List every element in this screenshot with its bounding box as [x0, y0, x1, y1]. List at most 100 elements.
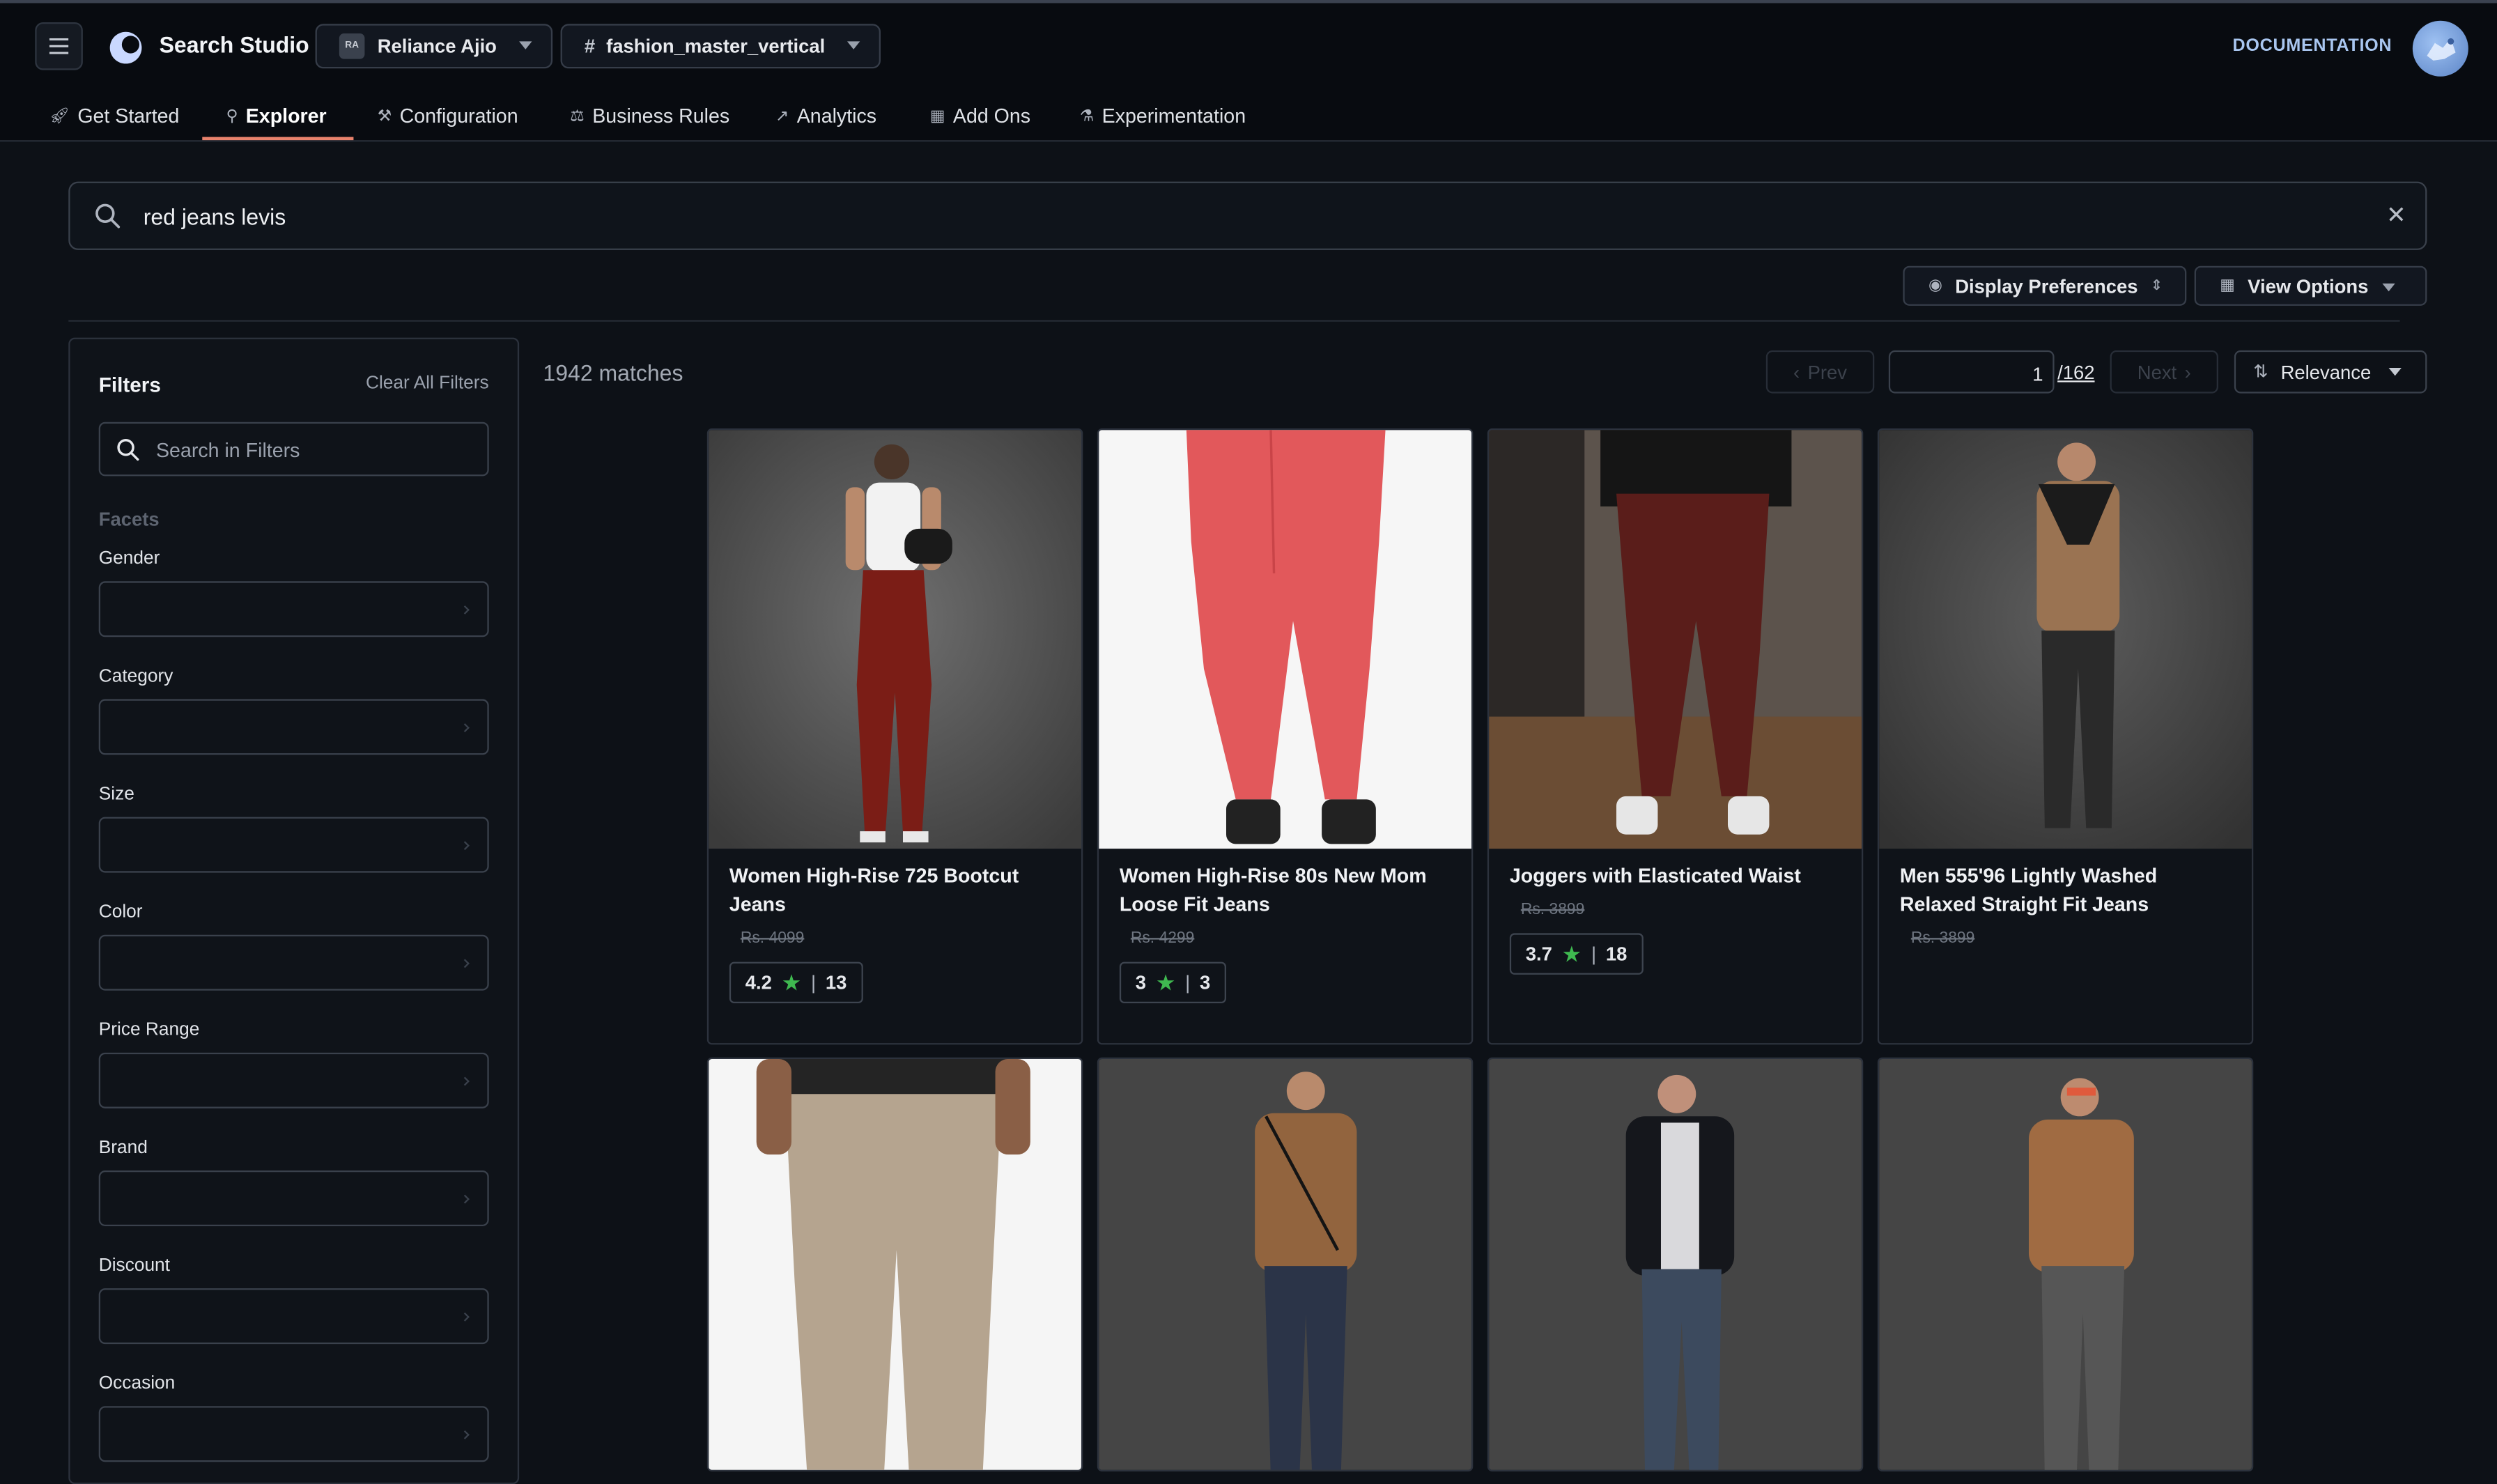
app-header: Search Studio RA Reliance Ajio # fashion…	[0, 3, 2497, 142]
product-image	[1879, 430, 2252, 849]
toolbar-divider	[68, 320, 2400, 322]
rating-separator: |	[1185, 971, 1191, 994]
eye-icon: ◉	[1928, 277, 1942, 295]
org-name: Reliance Ajio	[377, 35, 497, 58]
tools-icon: ⚒	[377, 107, 392, 125]
rating-badge: 3 ★ | 3	[1119, 961, 1227, 1003]
facet-label-color: Color	[98, 902, 143, 922]
facet-select-gender[interactable]	[98, 581, 489, 637]
facet-select-color[interactable]	[98, 934, 489, 991]
chevron-left-icon: ‹	[1793, 360, 1800, 383]
prev-label: Prev	[1807, 360, 1848, 383]
chevron-down-icon	[846, 41, 860, 49]
facet-select-brand[interactable]	[98, 1170, 489, 1226]
rating-badge: 3.7 ★ | 18	[1509, 933, 1644, 975]
filter-search-input[interactable]: Search in Filters	[98, 422, 489, 477]
product-card[interactable]	[706, 1057, 1083, 1471]
facet-select-occasion[interactable]	[98, 1406, 489, 1462]
product-image	[1099, 430, 1471, 849]
app-title: Search Studio	[159, 31, 309, 58]
tab-explorer[interactable]: ⚲ Explorer	[226, 105, 327, 127]
product-title[interactable]: Women High-Rise 725 Bootcut Jeans	[729, 862, 1064, 919]
tab-label: Get Started	[77, 105, 180, 127]
tab-label: Business Rules	[592, 105, 730, 127]
rating-separator: |	[1591, 943, 1597, 966]
tab-configuration[interactable]: ⚒ Configuration	[378, 105, 518, 127]
grid-icon: ▦	[929, 107, 945, 125]
rocket-icon: 🚀︎	[49, 107, 70, 125]
facet-label-occasion: Occasion	[98, 1374, 176, 1393]
facet-select-price-range[interactable]	[98, 1052, 489, 1108]
product-card[interactable]	[1097, 1057, 1474, 1471]
tab-label: Add Ons	[952, 105, 1031, 127]
user-avatar[interactable]	[2412, 20, 2468, 77]
product-price: Rs. 3899	[1520, 901, 1585, 919]
logo-icon	[109, 31, 142, 64]
search-icon: ⚲	[226, 107, 238, 125]
search-input[interactable]: red jeans levis	[144, 204, 286, 230]
org-selector[interactable]: RA Reliance Ajio	[315, 24, 553, 69]
facet-select-size[interactable]	[98, 817, 489, 873]
product-title[interactable]: Men 555'96 Lightly Washed Relaxed Straig…	[1900, 862, 2234, 919]
prev-page-button[interactable]: ‹ Prev	[1765, 350, 1875, 394]
facet-select-discount[interactable]	[98, 1288, 489, 1345]
view-options-button[interactable]: ▦ View Options	[2194, 265, 2427, 306]
collection-selector[interactable]: # fashion_master_vertical	[560, 24, 881, 69]
tab-experimentation[interactable]: ⚗ Experimentation	[1080, 105, 1246, 127]
star-icon: ★	[781, 968, 802, 995]
product-card[interactable]: Women High-Rise 80s New Mom Loose Fit Je…	[1097, 428, 1474, 1045]
tab-business-rules[interactable]: ⚖ Business Rules	[570, 105, 729, 127]
product-image	[709, 1058, 1081, 1470]
product-card[interactable]: Men 555'96 Lightly Washed Relaxed Straig…	[1877, 428, 2254, 1045]
chevron-down-icon	[2388, 367, 2402, 376]
next-page-button[interactable]: Next ›	[2110, 350, 2218, 394]
active-tab-indicator	[202, 137, 354, 141]
star-icon: ★	[1561, 940, 1582, 966]
facet-label-category: Category	[98, 667, 173, 687]
menu-button[interactable]	[35, 22, 83, 70]
tab-label: Explorer	[245, 105, 327, 127]
search-icon	[95, 203, 121, 229]
facet-label-discount: Discount	[98, 1256, 170, 1276]
review-count: 13	[825, 971, 847, 994]
product-price: Rs. 4299	[1130, 929, 1195, 948]
sort-select[interactable]: ⇅ Relevance	[2234, 350, 2427, 394]
page-number-input[interactable]: 1	[1888, 350, 2055, 394]
product-card[interactable]: Women High-Rise 725 Bootcut Jeans Rs. 40…	[706, 428, 1083, 1045]
facet-label-size: Size	[98, 784, 134, 805]
product-card[interactable]	[1487, 1057, 1864, 1471]
search-icon	[117, 439, 139, 461]
product-image	[1489, 1058, 1862, 1470]
match-count: 1942 matches	[543, 360, 683, 386]
clear-all-filters-button[interactable]: Clear All Filters	[366, 374, 489, 393]
hamburger-icon	[49, 38, 69, 54]
tab-label: Analytics	[796, 105, 877, 127]
star-icon: ★	[1155, 968, 1176, 995]
filters-title: Filters	[98, 372, 161, 397]
product-image	[1879, 1058, 2252, 1470]
documentation-link[interactable]: DOCUMENTATION	[2233, 37, 2392, 56]
product-card[interactable]: Joggers with Elasticated Waist Rs. 3899 …	[1487, 428, 1864, 1045]
display-preferences-button[interactable]: ◉ Display Preferences ⇕	[1903, 265, 2187, 306]
product-title[interactable]: Women High-Rise 80s New Mom Loose Fit Je…	[1120, 862, 1454, 919]
sort-arrows-icon: ⇕	[2150, 277, 2163, 293]
tab-add-ons[interactable]: ▦ Add Ons	[930, 105, 1030, 127]
grid-icon: ▦	[2220, 277, 2235, 295]
total-pages: /162	[2057, 361, 2095, 384]
main-tabs: 🚀︎ Get Started ⚲ Explorer ⚒ Configuratio…	[0, 99, 2497, 144]
clear-search-icon[interactable]: ✕	[2386, 201, 2406, 229]
product-title[interactable]: Joggers with Elasticated Waist	[1510, 862, 1844, 890]
rating-value: 4.2	[745, 971, 772, 994]
rating-value: 3.7	[1525, 943, 1552, 966]
facet-label-gender: Gender	[98, 549, 160, 569]
facet-select-category[interactable]	[98, 699, 489, 755]
tab-analytics[interactable]: ↗ Analytics	[775, 105, 876, 127]
product-image	[709, 430, 1081, 849]
product-card[interactable]	[1877, 1057, 2254, 1471]
hash-icon: #	[584, 35, 596, 58]
chevron-down-icon	[2382, 283, 2395, 292]
search-bar[interactable]: red jeans levis ✕	[68, 181, 2427, 250]
flask-icon: ⚗	[1079, 107, 1095, 125]
product-image	[1489, 430, 1862, 849]
tab-get-started[interactable]: 🚀︎ Get Started	[49, 105, 180, 127]
